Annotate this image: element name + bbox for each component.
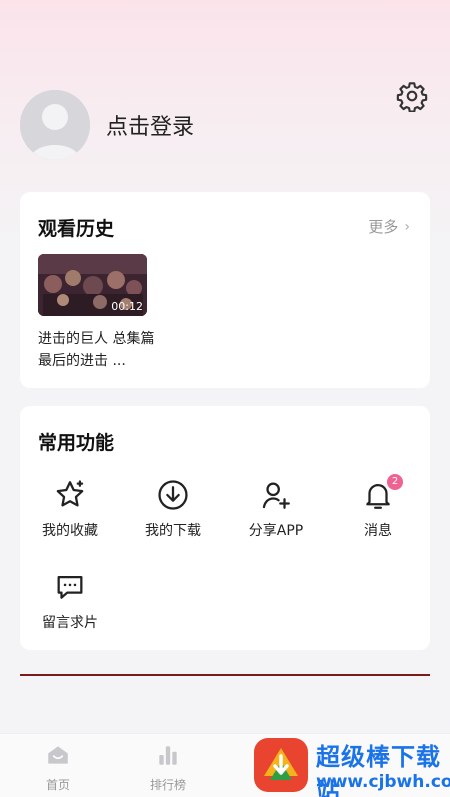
divider	[20, 674, 430, 676]
tab-home[interactable]: 首页	[23, 742, 93, 793]
messages-label: 消息	[364, 523, 392, 539]
watch-history-card: 观看历史 更多 › 00:12 进击的巨人 总集篇 最后的进击 ...	[20, 192, 430, 388]
avatar[interactable]	[20, 90, 90, 160]
messages-button[interactable]: 2 消息	[328, 474, 428, 540]
download-icon	[158, 480, 188, 510]
request-movie-button[interactable]: 留言求片	[20, 570, 120, 632]
ranking-icon	[159, 746, 177, 765]
settings-button[interactable]	[396, 80, 428, 113]
favorites-label: 我的收藏	[42, 523, 98, 539]
video-progress-time: 00:12	[111, 300, 143, 313]
login-header[interactable]: 点击登录	[20, 90, 194, 160]
downloads-button[interactable]: 我的下载	[123, 478, 223, 540]
watermark-url: www.cjbwh.com	[316, 772, 450, 792]
share-app-button[interactable]: 分享APP	[226, 478, 326, 540]
tab-home-label: 首页	[45, 778, 70, 792]
watch-history-title: 观看历史	[38, 218, 115, 240]
video-title[interactable]: 进击的巨人 总集篇 最后的进击 ...	[38, 328, 156, 372]
common-functions-title: 常用功能	[38, 432, 115, 454]
more-label: 更多	[368, 218, 399, 236]
video-thumbnail[interactable]: 00:12	[38, 254, 147, 316]
tab-ranking[interactable]: 排行榜	[133, 742, 203, 793]
message-count-badge: 2	[387, 474, 403, 490]
more-link[interactable]: 更多 ›	[368, 216, 410, 237]
chevron-right-icon: ›	[404, 218, 410, 235]
gear-icon	[396, 82, 428, 113]
request-movie-label: 留言求片	[42, 615, 98, 631]
chat-icon	[57, 575, 83, 599]
common-functions-card: 常用功能 我的收藏 我的下载 分享APP 2 消息 留言求片	[20, 406, 430, 650]
add-user-icon	[262, 482, 290, 509]
default-avatar-icon	[20, 90, 90, 160]
star-icon	[56, 480, 84, 507]
watermark-logo-icon	[254, 738, 308, 792]
home-icon	[48, 746, 68, 764]
tab-ranking-label: 排行榜	[149, 778, 186, 792]
favorites-button[interactable]: 我的收藏	[20, 478, 120, 540]
login-link[interactable]: 点击登录	[106, 109, 194, 141]
downloads-label: 我的下载	[145, 523, 201, 539]
site-watermark: 超级棒下载站 www.cjbwh.com	[250, 734, 450, 797]
share-app-label: 分享APP	[248, 523, 304, 539]
